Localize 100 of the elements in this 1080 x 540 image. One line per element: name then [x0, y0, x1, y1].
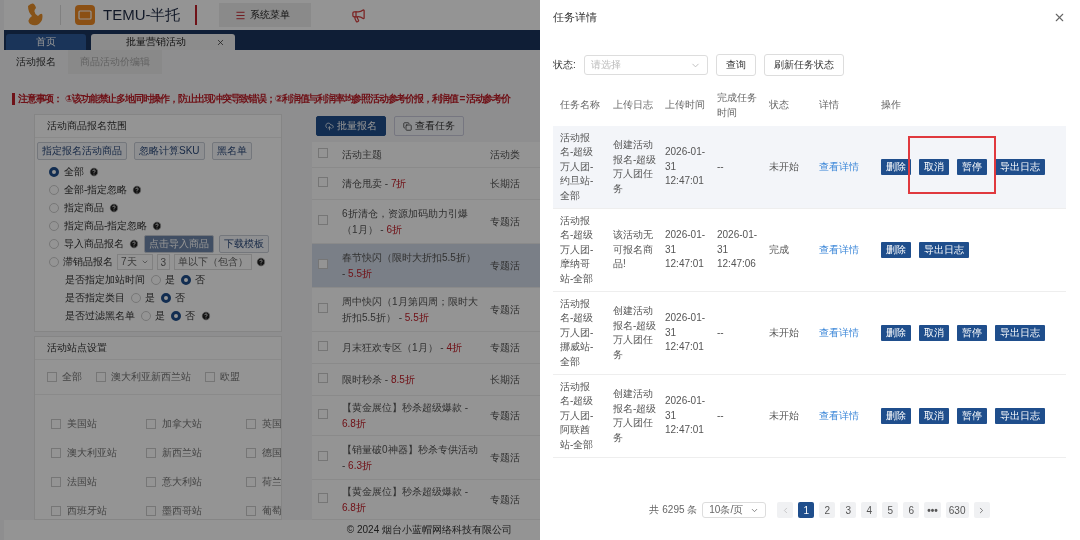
unit-field[interactable]: 单以下（包含）: [174, 254, 253, 270]
column-header: 活动主题: [341, 147, 383, 162]
details-link[interactable]: 查看详情: [819, 325, 881, 341]
details-link[interactable]: 查看详情: [819, 408, 881, 424]
checkbox[interactable]: [318, 214, 328, 225]
column-header: 操作: [881, 98, 902, 113]
checkbox[interactable]: [246, 448, 256, 458]
checkbox[interactable]: [146, 419, 156, 429]
checkbox[interactable]: [47, 372, 57, 382]
checkbox[interactable]: [318, 409, 328, 419]
checkbox[interactable]: [318, 176, 328, 187]
checkbox-label: 澳大利亚新西兰站: [111, 370, 191, 384]
action-button[interactable]: 导出日志: [919, 242, 969, 258]
activity-type: 专题活: [489, 450, 521, 465]
scope-button[interactable]: 指定报名活动商品: [37, 142, 127, 160]
total-count: 共 6295 条: [649, 503, 698, 517]
close-icon[interactable]: [216, 37, 225, 47]
system-menu-button[interactable]: 系统菜单: [218, 3, 311, 27]
megaphone-icon[interactable]: [350, 7, 366, 23]
activity-type: 长期活: [489, 176, 521, 191]
help-icon: [129, 239, 139, 249]
checkbox[interactable]: [246, 477, 256, 487]
checkbox[interactable]: [51, 419, 61, 429]
action-button[interactable]: 删除: [881, 408, 911, 424]
action-button[interactable]: 删除: [881, 325, 911, 341]
radio-button[interactable]: [49, 167, 59, 177]
checkbox-label: 墨西哥站: [162, 504, 202, 518]
action-button[interactable]: 导出日志: [995, 408, 1045, 424]
page-button[interactable]: 2: [819, 502, 836, 518]
action-button[interactable]: 暂停: [957, 159, 987, 175]
radio-button[interactable]: [161, 293, 171, 303]
action-button[interactable]: 导出日志: [995, 325, 1045, 341]
checkbox[interactable]: [246, 506, 256, 516]
page-tab[interactable]: 首页: [6, 34, 86, 50]
action-button[interactable]: 暂停: [957, 325, 987, 341]
checkbox[interactable]: [318, 258, 328, 269]
page-button[interactable]: 4: [861, 502, 878, 518]
action-button[interactable]: 取消: [919, 325, 949, 341]
more-pages-button[interactable]: •••: [924, 502, 941, 518]
page-button[interactable]: 6: [903, 502, 920, 518]
page-button[interactable]: 630: [945, 502, 969, 518]
page-button[interactable]: 5: [882, 502, 899, 518]
checkbox-label: 全部: [62, 370, 82, 384]
action-button[interactable]: 删除: [881, 159, 911, 175]
checkbox[interactable]: [146, 477, 156, 487]
copyright-text: © 2024 烟台小蓝帽网络科技有限公司: [346, 523, 512, 537]
checkbox[interactable]: [146, 506, 156, 516]
refresh-button[interactable]: 刷新任务状态: [763, 54, 844, 76]
upload-log: 该活动无可报名商品!: [613, 228, 654, 272]
checkbox[interactable]: [246, 419, 256, 429]
page-button[interactable]: 1: [798, 502, 815, 518]
checkbox[interactable]: [318, 147, 328, 158]
column-header: 详情: [819, 98, 840, 113]
count-field[interactable]: 3: [156, 254, 171, 270]
action-button[interactable]: 取消: [919, 408, 949, 424]
next-page-button[interactable]: [973, 502, 990, 518]
details-link[interactable]: 查看详情: [819, 242, 881, 258]
radio-button[interactable]: [181, 275, 191, 285]
action-button[interactable]: 暂停: [957, 408, 987, 424]
task-status: 完成: [769, 242, 790, 257]
details-link[interactable]: 查看详情: [819, 159, 881, 175]
activity-topic: 周中快闪（1月第四周；限时大折扣5.5折） - 5.5折: [341, 294, 479, 325]
query-button[interactable]: 查询: [715, 54, 756, 76]
checkbox-label: 法国站: [67, 475, 97, 489]
checkbox-label: 澳大利亚站: [67, 446, 117, 460]
checkbox[interactable]: [318, 340, 328, 351]
scope-button[interactable]: 忽略计算SKU: [134, 142, 205, 160]
activity-topic: 6折清仓，资源加码助力引爆（1月） - 6折: [341, 206, 469, 237]
checkbox[interactable]: [51, 448, 61, 458]
task-status: 未开始: [769, 325, 800, 340]
scope-button[interactable]: 黑名单: [211, 142, 252, 160]
checkbox[interactable]: [51, 477, 61, 487]
checkbox[interactable]: [318, 302, 328, 313]
action-button[interactable]: 删除: [881, 242, 911, 258]
checkbox[interactable]: [318, 450, 328, 461]
switch-label: 是否指定加站时间: [65, 273, 145, 287]
download-button[interactable]: 下载模板: [219, 235, 269, 253]
option-label: 导入商品报名: [64, 237, 124, 251]
page-tab[interactable]: 批量营销活动: [91, 34, 235, 50]
checkbox[interactable]: [318, 493, 328, 503]
finish-time: --: [717, 325, 725, 340]
choice-label: 否: [185, 309, 195, 323]
checkbox[interactable]: [146, 448, 156, 458]
checkbox[interactable]: [318, 372, 328, 383]
checkbox[interactable]: [205, 372, 215, 382]
checkbox-label: 英国: [262, 417, 281, 431]
help-icon: [201, 311, 211, 321]
option-label: 指定商品-指定忽略: [64, 219, 148, 233]
activity-topic: 限时秒杀 - 8.5折: [341, 372, 416, 387]
page-size-select[interactable]: 10条/页: [702, 502, 767, 518]
action-button[interactable]: 导出日志: [995, 159, 1045, 175]
batch-signup-button[interactable]: 批量报名: [316, 116, 386, 136]
app-logo-icon: [75, 5, 95, 25]
action-button[interactable]: 取消: [919, 159, 949, 175]
checkbox[interactable]: [96, 372, 106, 382]
page-button[interactable]: 3: [840, 502, 857, 518]
period-select[interactable]: 7天: [117, 254, 153, 270]
checkbox[interactable]: [51, 506, 61, 516]
view-tasks-button[interactable]: 查看任务: [394, 116, 464, 136]
radio-button[interactable]: [171, 311, 181, 321]
